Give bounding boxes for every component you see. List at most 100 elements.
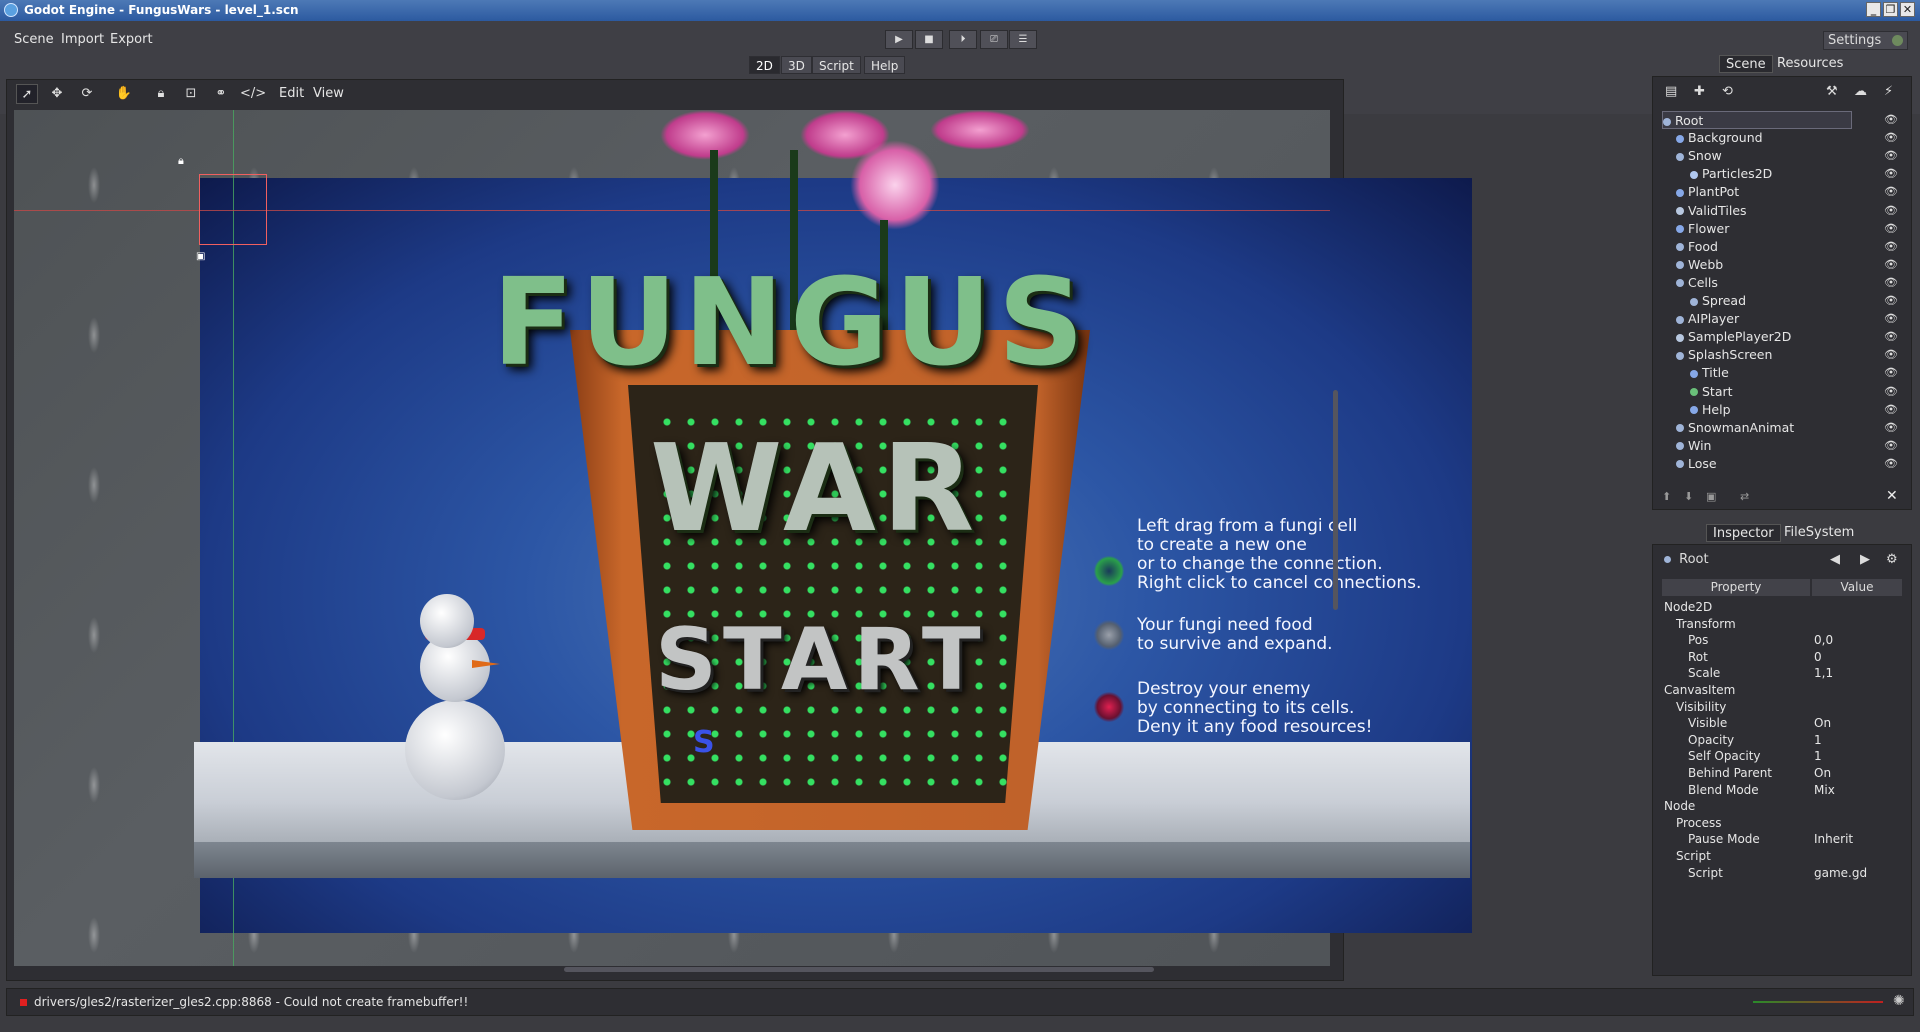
object-menu-icon[interactable]: ⚙ xyxy=(1886,552,1898,567)
property-section[interactable]: Process xyxy=(1676,814,1912,832)
scene-tree-item[interactable]: Title xyxy=(1690,364,1902,382)
property-value[interactable]: 1 xyxy=(1814,731,1900,749)
property-value[interactable]: On xyxy=(1814,764,1900,782)
property-section[interactable]: Visibility xyxy=(1676,698,1912,716)
vertical-scrollbar[interactable] xyxy=(1333,390,1338,610)
close-button[interactable]: ✕ xyxy=(1900,2,1915,17)
history-forward-icon[interactable]: ▶ xyxy=(1860,552,1870,567)
scene-tree-item[interactable]: Food xyxy=(1676,238,1902,256)
visibility-toggle-icon[interactable]: 👁︎ xyxy=(1884,348,1898,361)
visibility-toggle-icon[interactable]: 👁︎ xyxy=(1884,385,1898,398)
property-section[interactable]: Node2D xyxy=(1664,598,1900,616)
history-back-icon[interactable]: ◀ xyxy=(1830,552,1840,567)
duplicate-icon[interactable]: ▣ xyxy=(1706,490,1716,503)
tab-script[interactable]: Script xyxy=(812,56,861,74)
scene-tree-item[interactable]: Spread xyxy=(1690,292,1902,310)
scene-tree-item[interactable]: Particles2D xyxy=(1690,165,1902,183)
visibility-toggle-icon[interactable]: 👁︎ xyxy=(1884,185,1898,198)
add-node-icon[interactable]: ✚ xyxy=(1694,84,1705,99)
view-menu[interactable]: View xyxy=(309,85,348,103)
property-value[interactable]: 1,1 xyxy=(1814,664,1900,682)
scene-tree-item[interactable]: SamplePlayer2D xyxy=(1676,328,1902,346)
script-icon[interactable]: ⚡ xyxy=(1884,84,1893,99)
tab-help[interactable]: Help xyxy=(864,56,906,74)
menu-import[interactable]: Import xyxy=(57,31,108,49)
ungroup-icon[interactable]: </> xyxy=(240,84,266,104)
scene-tree-item[interactable]: Snow xyxy=(1676,147,1902,165)
lock-icon[interactable]: 🔒︎ xyxy=(150,84,172,104)
play-button[interactable]: ▶ xyxy=(885,30,913,49)
visibility-toggle-icon[interactable]: 👁︎ xyxy=(1884,167,1898,180)
scene-tree-item[interactable]: PlantPot xyxy=(1676,183,1902,201)
rotate-tool-icon[interactable]: ⟳ xyxy=(76,84,98,104)
visibility-toggle-icon[interactable]: 👁︎ xyxy=(1884,149,1898,162)
move-down-icon[interactable]: ⬇ xyxy=(1684,490,1693,503)
settings-button[interactable]: Settings xyxy=(1823,31,1908,50)
scene-tree-item[interactable]: AIPlayer xyxy=(1676,310,1902,328)
property-section[interactable]: Script xyxy=(1676,847,1912,865)
play-scene-button[interactable]: ⏵ xyxy=(949,30,977,49)
tab-2d[interactable]: 2D xyxy=(749,56,780,74)
scene-tree-item[interactable]: ValidTiles xyxy=(1676,202,1902,220)
reparent-icon[interactable]: ⇄ xyxy=(1740,490,1749,503)
property-value[interactable]: Mix xyxy=(1814,781,1900,799)
property-value[interactable]: 0 xyxy=(1814,648,1900,666)
tab-3d[interactable]: 3D xyxy=(781,56,812,74)
menu-export[interactable]: Export xyxy=(106,31,157,49)
delete-node-icon[interactable]: ✕ xyxy=(1886,488,1898,504)
move-tool-icon[interactable]: ✥ xyxy=(46,84,68,104)
scene-tree-item[interactable]: Flower xyxy=(1676,220,1902,238)
edit-group-icon[interactable]: ⚒ xyxy=(1826,84,1838,99)
property-value[interactable]: 0,0 xyxy=(1814,631,1900,649)
property-value[interactable]: On xyxy=(1814,714,1900,732)
new-scene-icon[interactable]: ▤ xyxy=(1665,84,1677,99)
visibility-toggle-icon[interactable]: 👁︎ xyxy=(1884,113,1898,126)
settings-gear-icon[interactable]: ✺ xyxy=(1893,993,1905,1009)
instance-scene-icon[interactable]: ⟲ xyxy=(1722,84,1733,99)
visibility-toggle-icon[interactable]: 👁︎ xyxy=(1884,312,1898,325)
visibility-toggle-icon[interactable]: 👁︎ xyxy=(1884,276,1898,289)
connect-signals-icon[interactable]: ☁ xyxy=(1854,84,1867,99)
group-icon[interactable]: ⚭ xyxy=(210,84,232,104)
property-value[interactable]: game.gd xyxy=(1814,864,1900,882)
tab-inspector[interactable]: Inspector xyxy=(1706,524,1781,542)
visibility-toggle-icon[interactable]: 👁︎ xyxy=(1884,439,1898,452)
stop-button[interactable]: ■ xyxy=(915,30,943,49)
move-up-icon[interactable]: ⬆ xyxy=(1662,490,1671,503)
property-section[interactable]: CanvasItem xyxy=(1664,681,1900,699)
scene-tree-item[interactable]: SplashScreen xyxy=(1676,346,1902,364)
scene-tree-item[interactable]: Lose xyxy=(1676,455,1902,473)
visibility-toggle-icon[interactable]: 👁︎ xyxy=(1884,222,1898,235)
scene-tree-item[interactable]: Help xyxy=(1690,401,1902,419)
tab-scene-dock[interactable]: Scene xyxy=(1719,55,1773,73)
property-value[interactable]: 1 xyxy=(1814,747,1900,765)
debug-options-button[interactable]: ☰ xyxy=(1009,30,1037,49)
pan-tool-icon[interactable]: ✋ xyxy=(113,84,135,104)
visibility-toggle-icon[interactable]: 👁︎ xyxy=(1884,131,1898,144)
visibility-toggle-icon[interactable]: 👁︎ xyxy=(1884,421,1898,434)
visibility-toggle-icon[interactable]: 👁︎ xyxy=(1884,294,1898,307)
scene-tree-item[interactable]: Root xyxy=(1662,111,1852,129)
tab-resources[interactable]: Resources xyxy=(1771,55,1849,73)
visibility-toggle-icon[interactable]: 👁︎ xyxy=(1884,366,1898,379)
scene-tree-item[interactable]: Win xyxy=(1676,437,1902,455)
select-tool-icon[interactable]: ➚ xyxy=(16,84,38,104)
selection-rect[interactable] xyxy=(199,174,267,245)
play-custom-scene-button[interactable]: ⎚ xyxy=(980,30,1008,49)
scene-tree-item[interactable]: Start xyxy=(1690,383,1902,401)
scene-tree-item[interactable]: SnowmanAnimat xyxy=(1676,419,1902,437)
scene-tree-item[interactable]: Cells xyxy=(1676,274,1902,292)
visibility-toggle-icon[interactable]: 👁︎ xyxy=(1884,330,1898,343)
horizontal-scrollbar[interactable] xyxy=(564,967,1154,972)
scene-tree-item[interactable]: Background xyxy=(1676,129,1902,147)
tab-filesystem[interactable]: FileSystem xyxy=(1778,524,1860,542)
maximize-button[interactable]: ❐ xyxy=(1883,2,1898,17)
menu-scene[interactable]: Scene xyxy=(10,31,58,49)
property-section[interactable]: Transform xyxy=(1676,615,1912,633)
unlock-icon[interactable]: ⊡ xyxy=(180,84,202,104)
edit-menu[interactable]: Edit xyxy=(275,85,308,103)
start-button[interactable]: START xyxy=(655,610,987,710)
visibility-toggle-icon[interactable]: 👁︎ xyxy=(1884,258,1898,271)
property-section[interactable]: Node xyxy=(1664,797,1900,815)
visibility-toggle-icon[interactable]: 👁︎ xyxy=(1884,240,1898,253)
